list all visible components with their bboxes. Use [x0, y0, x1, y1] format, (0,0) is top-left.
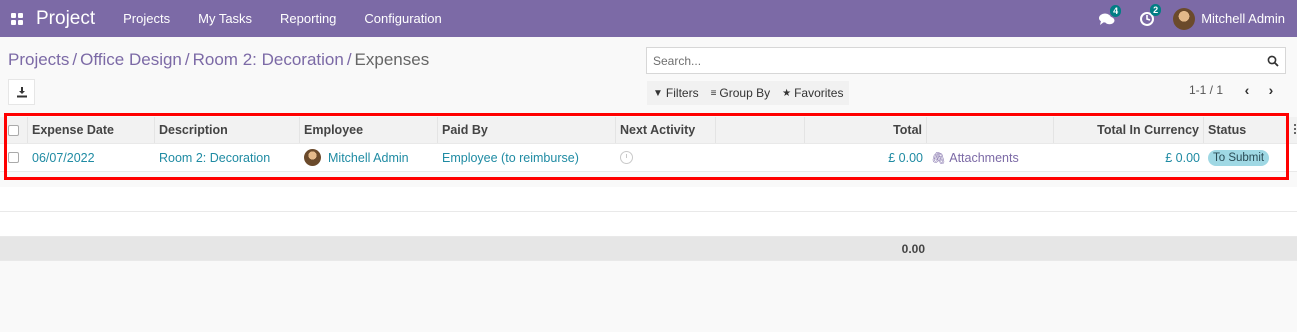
cell-blank: [716, 144, 805, 171]
header-description[interactable]: Description: [155, 117, 300, 143]
top-navbar: Project Projects My Tasks Reporting Conf…: [0, 0, 1297, 37]
messages-button[interactable]: 4: [1087, 4, 1127, 26]
user-avatar: [1173, 7, 1196, 30]
breadcrumb-current: Expenses: [354, 50, 430, 69]
list-icon: ≡: [710, 87, 717, 99]
apps-menu-icon[interactable]: [0, 0, 34, 37]
menu-my-tasks[interactable]: My Tasks: [184, 11, 266, 26]
menu-projects[interactable]: Projects: [109, 11, 184, 26]
breadcrumb-separator: /: [184, 50, 190, 69]
cell-total[interactable]: £ 0.00: [805, 144, 927, 171]
breadcrumb-room-2-decoration[interactable]: Room 2: Decoration: [193, 50, 344, 69]
favorites-button[interactable]: ★ Favorites: [776, 81, 849, 105]
header-next-activity[interactable]: Next Activity: [616, 117, 716, 143]
cell-expense-date[interactable]: 06/07/2022: [28, 144, 155, 171]
paperclip-icon: 🖇: [931, 150, 947, 165]
empty-row: [0, 212, 1297, 237]
header-total-in-currency[interactable]: Total In Currency: [1054, 117, 1204, 143]
breadcrumb-office-design[interactable]: Office Design: [80, 50, 182, 69]
footer-spacer: [0, 237, 807, 260]
cell-total-in-currency[interactable]: £ 0.00: [1054, 144, 1204, 171]
header-employee[interactable]: Employee: [300, 117, 438, 143]
favorites-label: Favorites: [794, 86, 844, 100]
app-name[interactable]: Project: [34, 8, 109, 30]
employee-name: Mitchell Admin: [328, 150, 409, 165]
footer-total: 0.00: [901, 241, 925, 256]
cell-employee[interactable]: Mitchell Admin: [300, 144, 438, 171]
select-all-checkbox[interactable]: [8, 124, 19, 136]
messages-badge: 4: [1110, 4, 1122, 17]
cell-description[interactable]: Room 2: Decoration: [155, 144, 300, 171]
select-all-checkbox-cell[interactable]: [0, 117, 28, 143]
group-by-label: Group By: [719, 86, 771, 100]
header-expense-date[interactable]: Expense Date: [28, 117, 155, 143]
filters-label: Filters: [665, 86, 699, 100]
empty-row: [0, 187, 1297, 212]
status-badge: To Submit: [1208, 149, 1270, 166]
search-options: ▼ Filters ≡ Group By ★ Favorites: [647, 81, 850, 105]
star-icon: ★: [782, 87, 792, 99]
header-attachments: [927, 117, 1054, 143]
expenses-table: Expense Date Description Employee Paid B…: [0, 117, 1297, 261]
download-icon: [16, 87, 27, 98]
activities-button[interactable]: 2: [1127, 3, 1167, 27]
row-checkbox-cell[interactable]: [0, 144, 28, 171]
header-status[interactable]: Status: [1204, 117, 1297, 143]
cell-status[interactable]: To Submit: [1204, 144, 1297, 171]
breadcrumb: Projects / Office Design / Room 2: Decoratio…: [8, 50, 429, 70]
cell-attachments[interactable]: 🖇 Attachments: [927, 144, 1054, 171]
table-row[interactable]: 06/07/2022 Room 2: Decoration Mitchell A…: [0, 144, 1297, 172]
search-icon[interactable]: [1261, 55, 1285, 67]
menu-configuration[interactable]: Configuration: [350, 11, 455, 26]
table-header: Expense Date Description Employee Paid B…: [0, 117, 1297, 144]
group-by-button[interactable]: ≡ Group By: [705, 81, 777, 105]
chevron-right-icon[interactable]: ›: [1259, 82, 1283, 98]
user-name: Mitchell Admin: [1201, 11, 1285, 26]
pager: 1-1 / 1 ‹ ›: [1189, 82, 1283, 98]
breadcrumb-projects[interactable]: Projects: [8, 50, 69, 69]
filters-button[interactable]: ▼ Filters: [647, 81, 705, 105]
download-button[interactable]: [8, 79, 35, 105]
search-bar: [646, 47, 1286, 74]
cell-paid-by[interactable]: Employee (to reimburse): [438, 144, 616, 171]
attachments-label: Attachments: [949, 150, 1019, 165]
header-total[interactable]: Total: [805, 117, 927, 143]
filter-icon: ▼: [653, 87, 663, 99]
chevron-left-icon[interactable]: ‹: [1235, 82, 1259, 98]
user-menu[interactable]: Mitchell Admin: [1167, 7, 1297, 30]
pager-value[interactable]: 1-1 / 1: [1189, 83, 1223, 97]
breadcrumb-separator: /: [346, 50, 352, 69]
search-input[interactable]: [647, 53, 1261, 68]
cell-next-activity[interactable]: [616, 144, 716, 171]
breadcrumb-separator: /: [72, 50, 78, 69]
row-checkbox[interactable]: [8, 152, 19, 163]
activity-clock-icon[interactable]: [620, 151, 633, 164]
employee-avatar: [304, 149, 321, 166]
header-paid-by[interactable]: Paid By: [438, 117, 616, 143]
header-blank: [716, 117, 805, 143]
activities-badge: 2: [1150, 3, 1162, 16]
table-footer: 0.00: [0, 237, 1297, 261]
menu-reporting[interactable]: Reporting: [266, 11, 350, 26]
